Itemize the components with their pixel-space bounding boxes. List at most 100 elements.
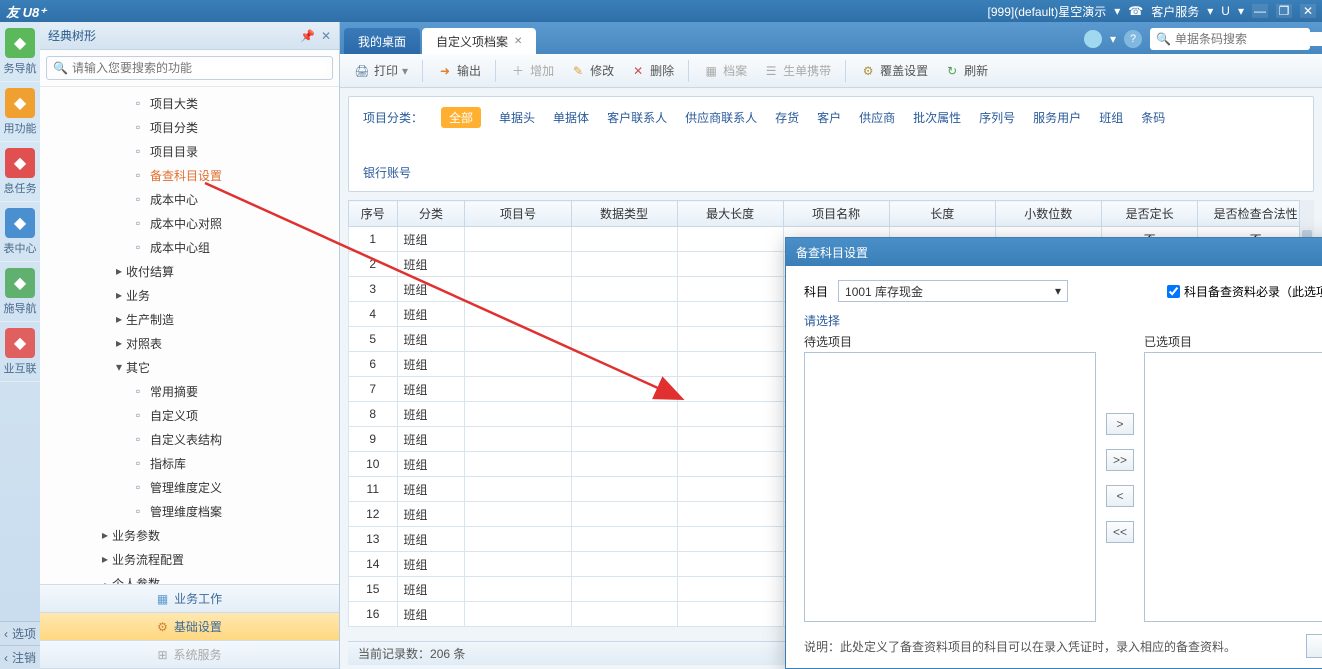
table-header[interactable]: 小数位数	[995, 201, 1101, 227]
business-work-tab[interactable]: ▦业务工作	[40, 585, 339, 613]
u-badge[interactable]: U	[1221, 4, 1230, 18]
selected-list[interactable]	[1144, 352, 1322, 622]
print-button[interactable]: 🖨打印▾	[348, 59, 414, 82]
table-header[interactable]: 是否检查合法性	[1198, 201, 1314, 227]
doc-icon: ▫	[130, 432, 146, 446]
filter-link[interactable]: 服务用户	[1033, 109, 1081, 126]
service-dropdown-icon[interactable]: ▾	[1207, 4, 1213, 18]
table-header[interactable]: 项目号	[465, 201, 571, 227]
delete-button[interactable]: ✕删除	[624, 59, 680, 82]
tab-desktop[interactable]: 我的桌面	[344, 28, 420, 54]
record-count-label: 当前记录数：	[358, 645, 430, 662]
dialog-titlebar[interactable]: 备查科目设置 ✕	[786, 238, 1322, 266]
tree-node[interactable]: ▫自定义项	[40, 403, 339, 427]
nav-item[interactable]: ◆用功能	[0, 82, 40, 142]
filter-link[interactable]: 全部	[441, 107, 481, 128]
filter-link[interactable]: 供应商	[859, 109, 895, 126]
filter-link[interactable]: 客户联系人	[607, 109, 667, 126]
restore-button[interactable]: ❐	[1276, 4, 1292, 18]
please-select-link[interactable]: 请选择	[804, 314, 840, 328]
account-dropdown-icon[interactable]: ▾	[1114, 4, 1120, 18]
close-button[interactable]: ✕	[1300, 4, 1316, 18]
tree-node[interactable]: ▾其它	[40, 355, 339, 379]
move-left-button[interactable]: <	[1106, 485, 1134, 507]
tree-node[interactable]: ▸业务参数	[40, 523, 339, 547]
nav-item[interactable]: ◆息任务	[0, 142, 40, 202]
tree-node[interactable]: ▫项目目录	[40, 139, 339, 163]
tree-node[interactable]: ▫指标库	[40, 451, 339, 475]
tree-close-icon[interactable]: ✕	[321, 29, 331, 43]
table-header[interactable]: 分类	[397, 201, 465, 227]
help-icon[interactable]: ?	[1124, 30, 1142, 48]
move-all-right-button[interactable]: >>	[1106, 449, 1134, 471]
refresh-button[interactable]: ↻刷新	[938, 59, 994, 82]
available-list[interactable]	[804, 352, 1096, 622]
table-header[interactable]: 序号	[349, 201, 398, 227]
minimize-button[interactable]: —	[1252, 4, 1268, 18]
table-header[interactable]: 是否定长	[1101, 201, 1197, 227]
tree-node[interactable]: ▸对照表	[40, 331, 339, 355]
tree-node[interactable]: ·个人参数	[40, 571, 339, 584]
tab-close-icon[interactable]: ✕	[514, 36, 522, 47]
barcode-search-input[interactable]	[1175, 32, 1322, 46]
app-logo: 友 U8⁺	[6, 2, 46, 21]
filter-link[interactable]: 银行账号	[363, 164, 411, 181]
filter-link[interactable]: 单据体	[553, 109, 589, 126]
tree-search-box[interactable]: 🔍	[46, 56, 333, 80]
filter-link[interactable]: 条码	[1141, 109, 1165, 126]
filter-link[interactable]: 存货	[775, 109, 799, 126]
pin-icon[interactable]: 📌	[300, 29, 315, 43]
tree-node[interactable]: ▫自定义表结构	[40, 427, 339, 451]
tree-node[interactable]: ▫管理维度定义	[40, 475, 339, 499]
tree-node[interactable]: ▸生产制造	[40, 307, 339, 331]
filter-link[interactable]: 供应商联系人	[685, 109, 757, 126]
account-info[interactable]: [999](default)星空演示	[988, 3, 1107, 20]
tree-node[interactable]: ▫备查科目设置	[40, 163, 339, 187]
move-all-left-button[interactable]: <<	[1106, 521, 1134, 543]
nav-item[interactable]: ◆施导航	[0, 262, 40, 322]
tree-search-input[interactable]	[72, 61, 326, 75]
table-header[interactable]: 数据类型	[571, 201, 677, 227]
ok-button[interactable]: 确定	[1306, 634, 1322, 658]
barcode-search[interactable]: 🔍	[1150, 28, 1310, 50]
move-right-button[interactable]: >	[1106, 413, 1134, 435]
filter-link[interactable]: 班组	[1099, 109, 1123, 126]
cover-button[interactable]: ⚙覆盖设置	[854, 59, 934, 82]
logout-button[interactable]: ‹注销	[0, 645, 40, 669]
tree-node[interactable]: ▫成本中心	[40, 187, 339, 211]
customer-service-link[interactable]: 客户服务	[1151, 3, 1199, 20]
tree-node[interactable]: ▫项目分类	[40, 115, 339, 139]
table-header[interactable]: 最大长度	[677, 201, 783, 227]
toolbar: 🖨打印▾ ➜输出 ＋增加 ✎修改 ✕删除 ▦档案 ☰生单携带 ⚙覆盖设置 ↻刷新	[340, 54, 1322, 88]
base-settings-tab[interactable]: ⚙基础设置	[40, 613, 339, 641]
tree-node[interactable]: ▫成本中心对照	[40, 211, 339, 235]
nav-item[interactable]: ◆表中心	[0, 202, 40, 262]
tree-node[interactable]: ▫成本中心组	[40, 235, 339, 259]
filter-link[interactable]: 客户	[817, 109, 841, 126]
tree-node[interactable]: ▫项目大类	[40, 91, 339, 115]
tree-node[interactable]: ▫管理维度档案	[40, 499, 339, 523]
filter-link[interactable]: 序列号	[979, 109, 1015, 126]
filter-link[interactable]: 批次属性	[913, 109, 961, 126]
subject-combo[interactable]: 1001 库存现金 ▾	[838, 280, 1068, 302]
options-button[interactable]: ‹选项	[0, 621, 40, 645]
archive-button: ▦档案	[697, 59, 753, 82]
tree-node[interactable]: ▸业务流程配置	[40, 547, 339, 571]
doc-icon: ▫	[130, 240, 146, 254]
edit-button[interactable]: ✎修改	[564, 59, 620, 82]
table-header[interactable]: 长度	[889, 201, 995, 227]
required-checkbox[interactable]: 科目备查资料必录（此选项对整个账套起作用）	[1167, 283, 1322, 300]
tree-node[interactable]: ▫常用摘要	[40, 379, 339, 403]
tree-node[interactable]: ▸业务	[40, 283, 339, 307]
system-service-tab[interactable]: ⊞系统服务	[40, 641, 339, 669]
u-dropdown-icon[interactable]: ▾	[1238, 4, 1244, 18]
filter-link[interactable]: 单据头	[499, 109, 535, 126]
nav-item[interactable]: ◆务导航	[0, 22, 40, 82]
tab-custom-archive[interactable]: 自定义项档案✕	[422, 28, 536, 54]
output-button[interactable]: ➜输出	[431, 59, 487, 82]
avatar-dropdown-icon[interactable]: ▾	[1110, 32, 1116, 46]
nav-item[interactable]: ◆业互联	[0, 322, 40, 382]
table-header[interactable]: 项目名称	[783, 201, 889, 227]
tree-node[interactable]: ▸收付结算	[40, 259, 339, 283]
user-avatar-icon[interactable]	[1084, 30, 1102, 48]
